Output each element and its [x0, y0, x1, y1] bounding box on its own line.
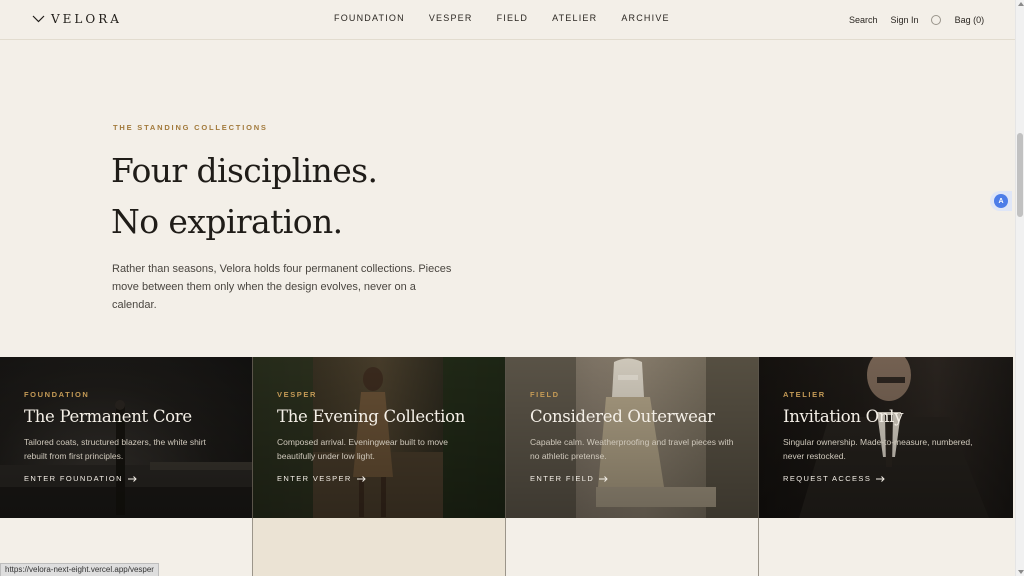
arrow-right-icon [599, 475, 608, 482]
scroll-up-icon[interactable] [1018, 2, 1024, 6]
lower-cell [759, 518, 1013, 576]
scroll-thumb[interactable] [1017, 133, 1023, 217]
nav-item-atelier[interactable]: ATELIER [552, 13, 597, 23]
logo[interactable]: VELORA [32, 12, 122, 26]
sign-in-link[interactable]: Sign In [891, 15, 919, 25]
scroll-down-icon[interactable] [1018, 570, 1024, 574]
enter-foundation-link[interactable]: ENTER FOUNDATION [24, 474, 137, 483]
cta-label: ENTER FOUNDATION [24, 474, 123, 483]
enter-vesper-link[interactable]: ENTER VESPER [277, 474, 366, 483]
card-description: Tailored coats, structured blazers, the … [24, 437, 206, 461]
arrow-right-icon [356, 475, 366, 482]
translate-icon: A [994, 194, 1008, 208]
status-bar-url: https://velora-next-eight.vercel.app/ves… [0, 563, 159, 576]
translate-button[interactable]: A [990, 191, 1012, 211]
cta-label: REQUEST ACCESS [783, 474, 872, 483]
section-eyebrow: THE STANDING COLLECTIONS [113, 123, 268, 132]
nav-item-foundation[interactable]: FOUNDATION [334, 13, 405, 23]
cta-label: ENTER VESPER [277, 474, 352, 483]
circle-icon[interactable] [930, 15, 941, 25]
collection-cards: FOUNDATION The Permanent Core Tailored c… [0, 357, 1015, 518]
main-nav: FOUNDATION VESPER FIELD ATELIER ARCHIVE [334, 13, 694, 23]
intro-paragraph: Rather than seasons, Velora holds four p… [112, 263, 452, 311]
collection-card-vesper[interactable]: VESPER The Evening Collection Composed a… [253, 357, 506, 518]
card-description: Singular ownership. Made-to-measure, num… [783, 437, 973, 461]
arrow-right-icon [127, 475, 137, 482]
arrow-right-icon [876, 475, 885, 482]
collection-card-field[interactable]: FIELD Considered Outerwear Capable calm.… [506, 357, 759, 518]
cta-label: ENTER FIELD [530, 474, 595, 483]
card-eyebrow: VESPER [277, 390, 318, 399]
nav-item-vesper[interactable]: VESPER [429, 13, 473, 23]
chevron-logo-icon [32, 15, 45, 23]
bag-link[interactable]: Bag (0) [955, 15, 985, 25]
card-title: Considered Outerwear [530, 407, 715, 426]
search-link[interactable]: Search [849, 15, 878, 25]
nav-item-archive[interactable]: ARCHIVE [621, 13, 669, 23]
card-eyebrow: ATELIER [783, 390, 826, 399]
card-description: Capable calm. Weatherproofing and travel… [530, 437, 734, 461]
collection-card-foundation[interactable]: FOUNDATION The Permanent Core Tailored c… [0, 357, 253, 518]
card-description: Composed arrival. Eveningwear built to m… [277, 437, 449, 461]
headline-line-1: Four disciplines. [111, 151, 378, 190]
card-eyebrow: FOUNDATION [24, 390, 90, 399]
request-access-link[interactable]: REQUEST ACCESS [783, 474, 885, 483]
lower-cell [506, 518, 759, 576]
logo-text: VELORA [51, 12, 122, 26]
lower-cell [253, 518, 506, 576]
card-title: Invitation Only [783, 407, 904, 426]
nav-item-field[interactable]: FIELD [497, 13, 529, 23]
enter-field-link[interactable]: ENTER FIELD [530, 474, 608, 483]
card-title: The Evening Collection [277, 407, 466, 426]
card-eyebrow: FIELD [530, 390, 560, 399]
collection-card-atelier[interactable]: ATELIER Invitation Only Singular ownersh… [759, 357, 1013, 518]
site-header: VELORA FOUNDATION VESPER FIELD ATELIER A… [0, 0, 1015, 40]
header-actions: Search Sign In Bag (0) [849, 15, 984, 25]
scrollbar[interactable] [1015, 0, 1024, 576]
headline-line-2: No expiration. [111, 202, 343, 241]
card-title: The Permanent Core [24, 407, 192, 426]
